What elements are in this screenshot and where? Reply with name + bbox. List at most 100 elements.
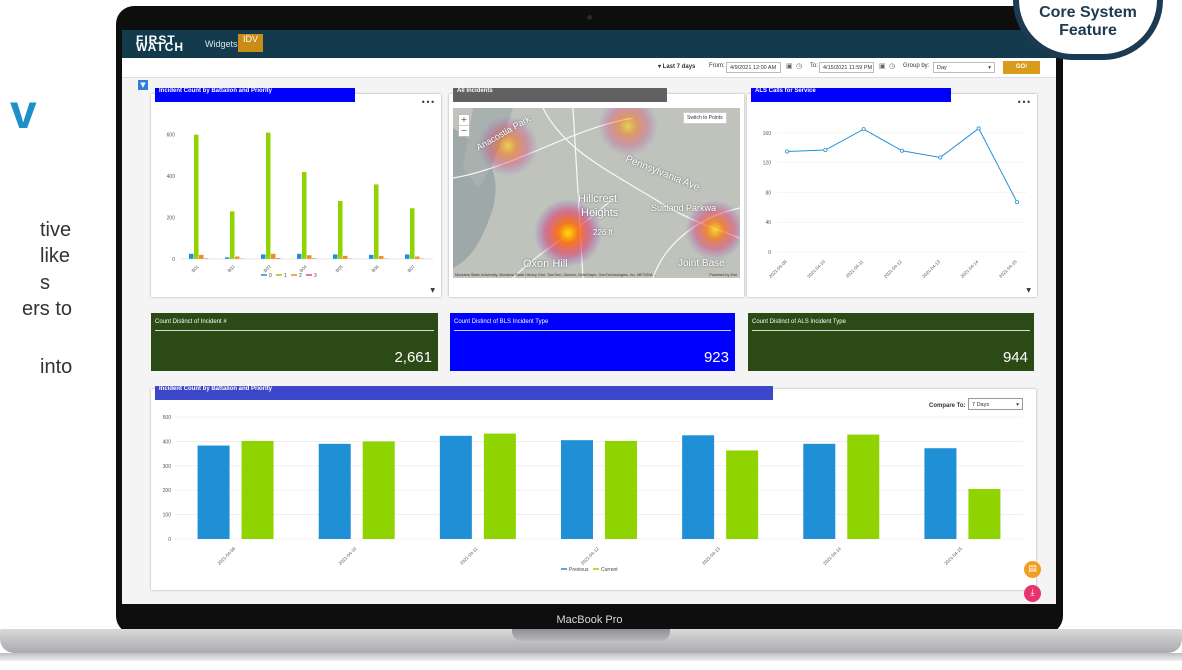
laptop-screen: FIRST WATCH Widgets IDV ▾ Last 7 days Fro…: [122, 30, 1056, 604]
calendar-icon[interactable]: ▣: [879, 62, 886, 70]
legend-label: 0: [269, 273, 272, 279]
bar: [968, 488, 1001, 539]
background-text-line: s: [40, 272, 50, 294]
bar: [261, 254, 266, 259]
kpi-divider: [454, 330, 731, 331]
bar: [924, 448, 957, 539]
app-header: FIRST WATCH Widgets IDV: [122, 30, 1056, 58]
x-tick-label: 2021-04-10: [338, 546, 358, 566]
switch-to-points-button[interactable]: Switch to Points: [683, 112, 727, 124]
to-label: To:: [810, 63, 819, 69]
kpi-value: 2,661: [394, 349, 432, 366]
camera-icon: [587, 15, 592, 20]
y-tick-label: 0: [168, 537, 171, 543]
x-tick-label: 2021-04-09: [768, 259, 788, 279]
compare-bar-chart: 0 100 200 300 400 500 2021-04-09 2021-04-10 2021…: [163, 415, 1023, 573]
legend-label: 3: [314, 273, 317, 279]
y-tick-label: 120: [763, 161, 772, 167]
x-tick-label: 2021-04-15: [943, 546, 963, 566]
y-tick-label: 0: [768, 250, 771, 256]
zoom-in-icon[interactable]: +: [459, 115, 469, 125]
y-tick-label: 400: [167, 174, 176, 180]
bar: [189, 253, 194, 259]
incident-heat-map[interactable]: Anacostia Park Pennsylvania Ave Hillcres…: [453, 108, 740, 278]
bar: [379, 256, 384, 259]
kpi-value: 944: [1002, 349, 1028, 366]
x-tick-label: 2021-04-11: [459, 546, 479, 566]
bar: [230, 211, 235, 259]
kpi-value: 923: [703, 349, 729, 366]
date-range-dropdown[interactable]: ▾ Last 7 days: [658, 63, 695, 70]
bar: [726, 450, 759, 539]
to-date-input[interactable]: 4/15/2021 11:59 PM: [819, 62, 874, 73]
data-point: [938, 155, 943, 160]
group-by-select[interactable]: Day ▾: [933, 62, 995, 73]
map-label: Heights: [581, 207, 619, 219]
all-incidents-panel: All Incidents Anacostia Park Pennsylvani…: [449, 88, 744, 297]
group-by-label: Group by:: [903, 63, 930, 69]
y-tick-label: 200: [163, 488, 172, 494]
als-line-chart: 0 40 80 120 160 2021-04-09 2021-04-10 2021-04-1…: [763, 126, 1027, 279]
from-date-input[interactable]: 4/9/2021 12:00 AM: [726, 62, 781, 73]
bar: [338, 201, 343, 259]
x-tick-label: 2021-04-11: [845, 259, 865, 279]
legend-label: Current: [601, 567, 618, 573]
bar: [415, 256, 420, 259]
x-tick-label: 2021-04-13: [921, 259, 941, 279]
map-label: 226 ft: [593, 228, 614, 237]
go-button[interactable]: GO!: [1003, 61, 1040, 74]
esri-credit[interactable]: Powered by Esri: [709, 273, 737, 277]
bar: [374, 184, 379, 259]
y-tick-label: 500: [163, 415, 172, 421]
x-tick-label: 2021-04-12: [883, 259, 903, 279]
x-tick-label: B05: [335, 264, 345, 274]
kpi-divider: [752, 330, 1030, 331]
data-point: [899, 148, 904, 153]
kpi-card-als: Count Distinct of ALS Incident Type 944: [748, 313, 1034, 371]
nav-widgets[interactable]: Widgets: [205, 39, 238, 49]
y-tick-label: 40: [765, 220, 771, 226]
from-label: From:: [709, 63, 725, 69]
bar: [410, 208, 415, 259]
x-tick-label: 2021-04-10: [806, 259, 826, 279]
x-tick-label: B06: [371, 264, 381, 274]
map-zoom-control[interactable]: + −: [458, 114, 470, 137]
clock-icon[interactable]: ◷: [889, 62, 895, 70]
battalion-bar-chart: 0 200 400 600 B01 B02 B03 B04 B05 B06 B07 0 1 2 3: [167, 132, 433, 279]
filter-icon[interactable]: ▼: [430, 287, 435, 294]
calendar-icon[interactable]: ▣: [786, 62, 793, 70]
bar: [235, 256, 240, 259]
bar: [194, 134, 199, 259]
x-tick-label: B03: [263, 264, 273, 274]
background-heading: v: [10, 86, 37, 139]
kpi-label: Count Distinct of Incident #: [155, 319, 227, 325]
nav-idv[interactable]: IDV: [238, 34, 264, 52]
bar: [483, 433, 516, 539]
y-tick-label: 400: [163, 439, 172, 445]
filter-icon[interactable]: ▼: [138, 80, 148, 90]
x-tick-label: 2021-04-14: [822, 546, 842, 566]
data-point: [861, 127, 866, 132]
x-tick-label: 2021-04-14: [960, 259, 980, 279]
map-label: Suitland Parkwa: [651, 203, 717, 213]
laptop-shadow: [0, 653, 1182, 661]
y-tick-label: 160: [763, 131, 772, 137]
firstwatch-logo: FIRST WATCH: [136, 33, 185, 54]
bar: [302, 172, 307, 259]
bar: [561, 440, 593, 539]
map-attribution: Montana State University, Montana State …: [455, 273, 656, 277]
report-icon[interactable]: ▤: [1024, 561, 1041, 578]
y-tick-label: 600: [167, 133, 176, 139]
background-text-line: ers to: [22, 298, 73, 320]
clock-icon[interactable]: ◷: [796, 62, 802, 70]
kpi-card-bls: Count Distinct of BLS Incident Type 923: [450, 313, 735, 371]
series-line: [786, 127, 1018, 203]
y-tick-label: 0: [172, 257, 175, 263]
bar: [405, 254, 410, 259]
bar: [297, 253, 302, 259]
filter-icon[interactable]: ▼: [1026, 287, 1031, 294]
zoom-out-icon[interactable]: −: [459, 125, 469, 136]
download-icon[interactable]: ⤓: [1024, 585, 1041, 602]
kpi-card-incidents: Count Distinct of Incident # 2,661: [151, 313, 438, 371]
data-point: [785, 149, 790, 154]
